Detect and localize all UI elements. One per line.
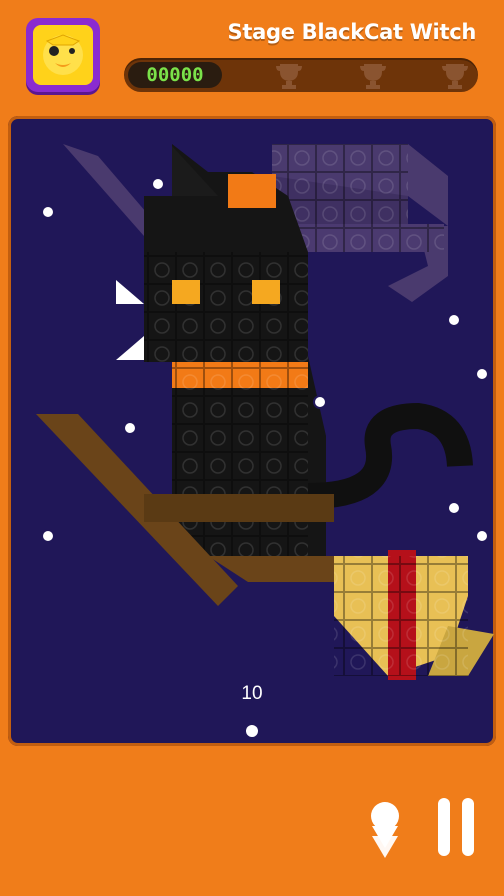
- ball: [475, 367, 489, 381]
- avatar[interactable]: [26, 18, 100, 92]
- ball: [151, 177, 165, 191]
- ball: [475, 529, 489, 543]
- game-board[interactable]: [8, 116, 496, 746]
- brick-artwork: [36, 144, 494, 680]
- cat-eye: [252, 280, 280, 304]
- ball: [41, 529, 55, 543]
- top-bar: Stage BlackCat Witch 00000: [0, 0, 504, 110]
- ball-count: 10: [241, 683, 263, 704]
- score-progress-bar: 00000: [124, 58, 478, 92]
- score-counter: 00000: [128, 62, 222, 88]
- ball-launcher[interactable]: [246, 725, 258, 737]
- trophy-icon: [438, 61, 472, 91]
- ball: [313, 395, 327, 409]
- ball: [447, 313, 461, 327]
- ball: [123, 421, 137, 435]
- duck-face-icon: [33, 25, 93, 85]
- stage-title: Stage BlackCat Witch: [227, 20, 477, 44]
- pause-icon: [438, 798, 474, 856]
- arrow-down-icon: [371, 802, 399, 858]
- ball: [447, 501, 461, 515]
- trophy-icon: [272, 61, 306, 91]
- speed-down-button[interactable]: [362, 796, 408, 860]
- pause-button[interactable]: [436, 796, 478, 860]
- cat-eye: [172, 280, 200, 304]
- trophy-icon: [356, 61, 390, 91]
- ball: [41, 205, 55, 219]
